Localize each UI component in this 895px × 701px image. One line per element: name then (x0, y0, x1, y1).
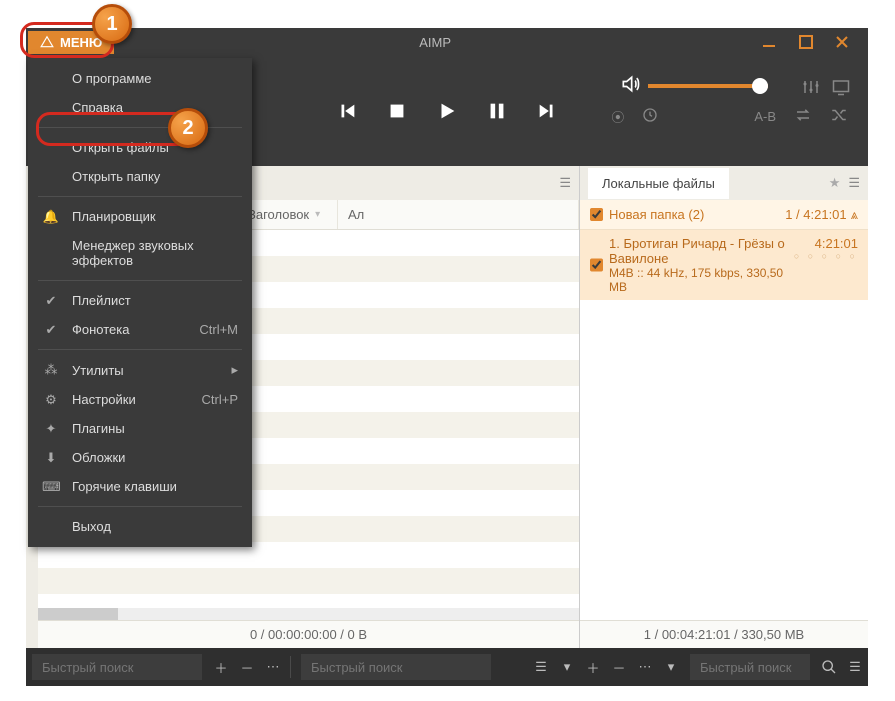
volume-icon[interactable] (620, 74, 640, 97)
close-button[interactable] (828, 32, 856, 52)
right-tabbar: Локальные файлы ★ ☰ (580, 166, 868, 200)
right-pane: Локальные файлы ★ ☰ Новая папка (2) 1 / … (580, 166, 868, 648)
track-duration: 4:21:01 (794, 236, 858, 251)
group-title: Новая папка (2) (609, 207, 704, 222)
track-info: M4B :: 44 kHz, 175 kbps, 330,50 MB (609, 266, 794, 294)
minimize-button[interactable] (756, 32, 784, 52)
next-button[interactable] (536, 100, 558, 122)
right-status: 1 / 00:04:21:01 / 330,50 MB (580, 620, 868, 648)
filter-icon[interactable]: ▾ (315, 209, 320, 220)
menu-about[interactable]: О программе (28, 64, 252, 93)
pause-button[interactable] (486, 100, 508, 122)
menu-exit[interactable]: Выход (28, 512, 252, 541)
hamburger-icon[interactable]: ☰ (848, 175, 860, 191)
skin-icon: ⬇ (42, 450, 60, 466)
more-button[interactable]: ⋯ (260, 654, 286, 680)
col-album[interactable]: Ал (338, 200, 579, 229)
menu-settings[interactable]: ⚙НастройкиCtrl+P (28, 385, 252, 414)
chevron-down-icon[interactable]: ▾ (554, 654, 580, 680)
hamburger-icon[interactable]: ☰ (559, 175, 571, 191)
annotation-badge-2: 2 (168, 108, 208, 148)
menu-plugins[interactable]: ✦Плагины (28, 414, 252, 443)
search-input-right[interactable] (690, 654, 810, 680)
menu-help[interactable]: Справка (28, 93, 252, 122)
track-title: 1. Бротиган Ричард - Грёзы о Вавилоне (609, 236, 794, 266)
tab-local-files[interactable]: Локальные файлы (588, 168, 729, 199)
gear-icon: ⚙ (42, 392, 60, 408)
chevron-right-icon: ▸ (231, 362, 238, 378)
repeat-icon[interactable] (794, 106, 812, 127)
remove-button[interactable]: － (606, 654, 632, 680)
plugin-icon: ✦ (42, 421, 60, 437)
more-button[interactable]: ⋯ (632, 654, 658, 680)
radio-icon[interactable]: ⦿ (611, 107, 624, 126)
menu-playlist[interactable]: ✔Плейлист (28, 286, 252, 315)
mid-status: 0 / 00:00:00:00 / 0 B (38, 620, 579, 648)
horizontal-scrollbar[interactable] (38, 608, 579, 620)
shortcut-label: Ctrl+P (202, 392, 238, 407)
stop-button[interactable] (386, 100, 408, 122)
menu-open-folder[interactable]: Открыть папку (28, 162, 252, 191)
add-button[interactable]: ＋ (208, 654, 234, 680)
menu-sfx-manager[interactable]: Менеджер звуковых эффектов (28, 231, 252, 275)
check-icon: ✔ (42, 293, 60, 309)
star-icon[interactable]: ★ (829, 175, 841, 191)
col-title[interactable]: Заголовок▾ (238, 200, 338, 229)
shuffle-icon[interactable] (830, 106, 848, 127)
remove-button[interactable]: － (234, 654, 260, 680)
menu-open-files[interactable]: Открыть файлы (28, 133, 252, 162)
hamburger-icon[interactable]: ☰ (842, 654, 868, 680)
menu-hotkeys[interactable]: ⌨Горячие клавиши (28, 472, 252, 501)
bottom-toolbar: ＋ － ⋯ ☰ ▾ ＋ － ⋯ ▾ ☰ (26, 648, 868, 686)
scrollbar-thumb[interactable] (38, 608, 118, 620)
check-icon: ✔ (42, 322, 60, 338)
bell-icon: 🔔 (42, 209, 60, 225)
search-input-mid[interactable] (301, 654, 491, 680)
annotation-badge-1: 1 (92, 4, 132, 44)
equalizer-icon[interactable] (802, 78, 820, 99)
track-rating-dots[interactable]: ○ ○ ○ ○ ○ (794, 251, 858, 261)
playlist-group-header[interactable]: Новая папка (2) 1 / 4:21:01 ⩓ (580, 200, 868, 230)
main-menu-dropdown: О программе Справка Открыть файлы Открыт… (28, 58, 252, 547)
menu-scheduler[interactable]: 🔔Планировщик (28, 202, 252, 231)
display-icon[interactable] (832, 78, 850, 99)
track-row[interactable]: 1. Бротиган Ричард - Грёзы о Вавилоне M4… (580, 230, 868, 300)
shortcut-label: Ctrl+M (199, 322, 238, 337)
maximize-button[interactable] (792, 32, 820, 52)
track-checkbox[interactable] (590, 236, 603, 294)
play-button[interactable] (436, 100, 458, 122)
search-input-left[interactable] (32, 654, 202, 680)
add-button[interactable]: ＋ (580, 654, 606, 680)
chevron-down-icon[interactable]: ▾ (658, 654, 684, 680)
right-empty-body (580, 300, 868, 620)
utilities-icon: ⁂ (42, 362, 60, 378)
menu-library[interactable]: ✔ФонотекаCtrl+M (28, 315, 252, 344)
titlebar: МЕНЮ AIMP (26, 28, 868, 56)
collapse-icon[interactable]: ⩓ (851, 207, 858, 223)
list-icon[interactable]: ☰ (528, 654, 554, 680)
volume-slider[interactable] (648, 84, 768, 88)
menu-skins[interactable]: ⬇Обложки (28, 443, 252, 472)
clock-icon[interactable] (642, 107, 658, 126)
group-meta: 1 / 4:21:01 (785, 207, 846, 222)
volume-thumb[interactable] (752, 78, 768, 94)
search-icon[interactable] (816, 654, 842, 680)
ab-repeat-button[interactable]: A-B (754, 109, 776, 124)
group-checkbox[interactable] (590, 208, 603, 221)
triangle-warning-icon (40, 35, 54, 49)
app-title: AIMP (114, 35, 756, 50)
keyboard-icon: ⌨ (42, 479, 60, 495)
previous-button[interactable] (336, 100, 358, 122)
menu-utilities[interactable]: ⁂Утилиты▸ (28, 355, 252, 385)
